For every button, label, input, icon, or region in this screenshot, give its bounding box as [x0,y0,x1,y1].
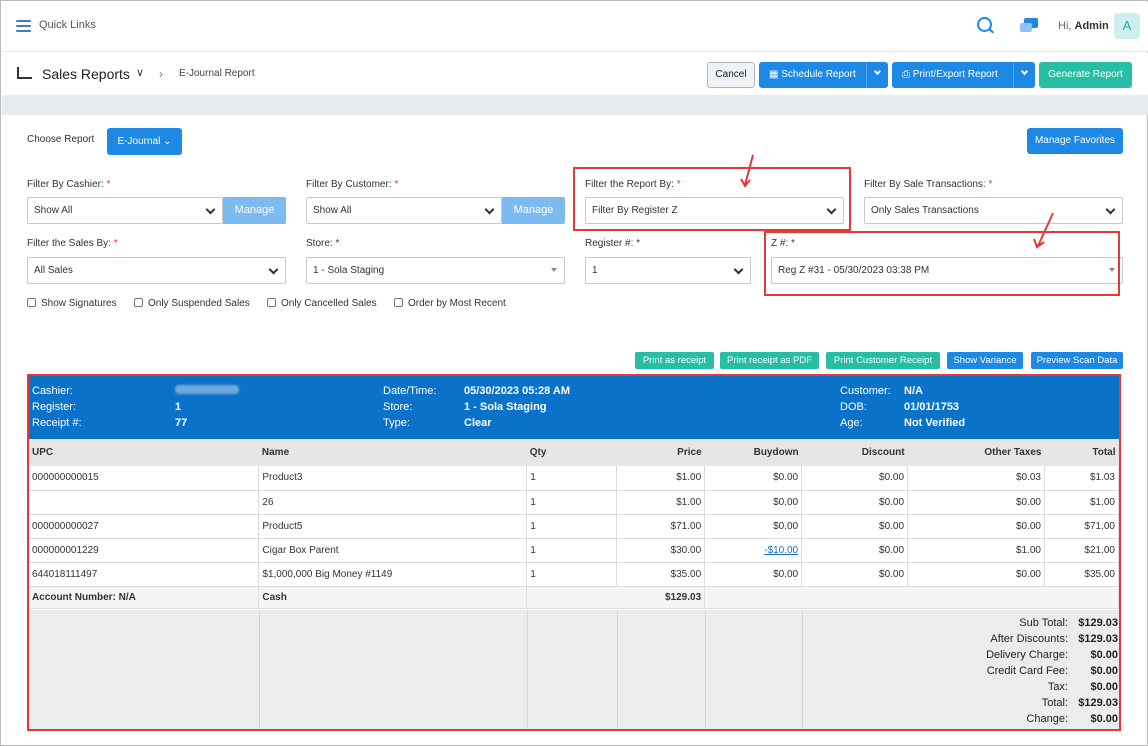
register-label: Register #: * [585,238,641,249]
manage-customer-button[interactable]: Manage [502,197,565,224]
highlight-report-by [573,167,851,231]
app-window: Quick Links Hi, Admin A Sales Reports ∨ … [0,0,1148,746]
line-chart-icon [17,67,32,79]
suspended-sales-checkbox[interactable]: Only Suspended Sales [134,298,250,309]
schedule-report-button[interactable]: ▦ Schedule Report [759,62,888,88]
preview-scan-data-button[interactable]: Preview Scan Data [1031,352,1123,369]
show-signatures-checkbox[interactable]: Show Signatures [27,298,117,309]
top-bar [2,2,1148,52]
printer-icon: ⎙ [902,69,910,80]
print-customer-receipt-button[interactable]: Print Customer Receipt [826,352,940,369]
divider-band [2,95,1148,115]
manage-favorites-button[interactable]: Manage Favorites [1027,128,1123,154]
chevron-right-icon: › [159,67,163,81]
choose-report-label: Choose Report [27,134,95,145]
breadcrumb: E-Journal Report [179,68,255,79]
user-greeting: Hi, Admin [1058,20,1109,32]
schedule-dropdown-toggle[interactable] [866,62,888,88]
register-select[interactable]: 1 [585,257,751,284]
menu-icon[interactable] [16,20,31,32]
print-export-button[interactable]: ⎙ Print/Export Report [892,62,1035,88]
avatar[interactable]: A [1114,13,1140,39]
arrow-annotation-2 [1033,212,1054,249]
store-label: Store: * [306,238,340,249]
page-title[interactable]: Sales Reports [42,66,130,82]
manage-cashier-button[interactable]: Manage [223,197,286,224]
highlight-z-number [764,231,1120,296]
generate-report-button[interactable]: Generate Report [1039,62,1132,88]
chat-icon[interactable] [1019,17,1039,35]
chevron-down-icon[interactable]: ∨ [136,66,144,79]
print-pdf-button[interactable]: Print receipt as PDF [720,352,819,369]
sale-transactions-label: Filter By Sale Transactions: * [864,179,993,190]
search-icon[interactable] [977,17,992,32]
show-variance-button[interactable]: Show Variance [947,352,1023,369]
sales-by-label: Filter the Sales By: * [27,238,118,249]
calendar-icon: ▦ [769,69,779,80]
choose-report-dropdown[interactable]: E-Journal ⌄ [107,128,182,155]
cashier-select[interactable]: Show All [27,197,223,224]
arrow-annotation-1 [740,154,754,188]
sales-by-select[interactable]: All Sales [27,257,286,284]
cancelled-sales-checkbox[interactable]: Only Cancelled Sales [267,298,377,309]
print-dropdown-toggle[interactable] [1013,62,1035,88]
cashier-label: Filter By Cashier: * [27,179,111,190]
cancel-button[interactable]: Cancel [707,62,755,88]
order-recent-checkbox[interactable]: Order by Most Recent [394,298,506,309]
customer-select[interactable]: Show All [306,197,502,224]
highlight-receipt [27,374,1121,731]
customer-label: Filter By Customer: * [306,179,399,190]
store-select[interactable]: 1 - Sola Staging [306,257,565,284]
quick-links-label[interactable]: Quick Links [39,19,96,31]
sale-transactions-select[interactable]: Only Sales Transactions [864,197,1123,224]
print-receipt-button[interactable]: Print as receipt [635,352,714,369]
